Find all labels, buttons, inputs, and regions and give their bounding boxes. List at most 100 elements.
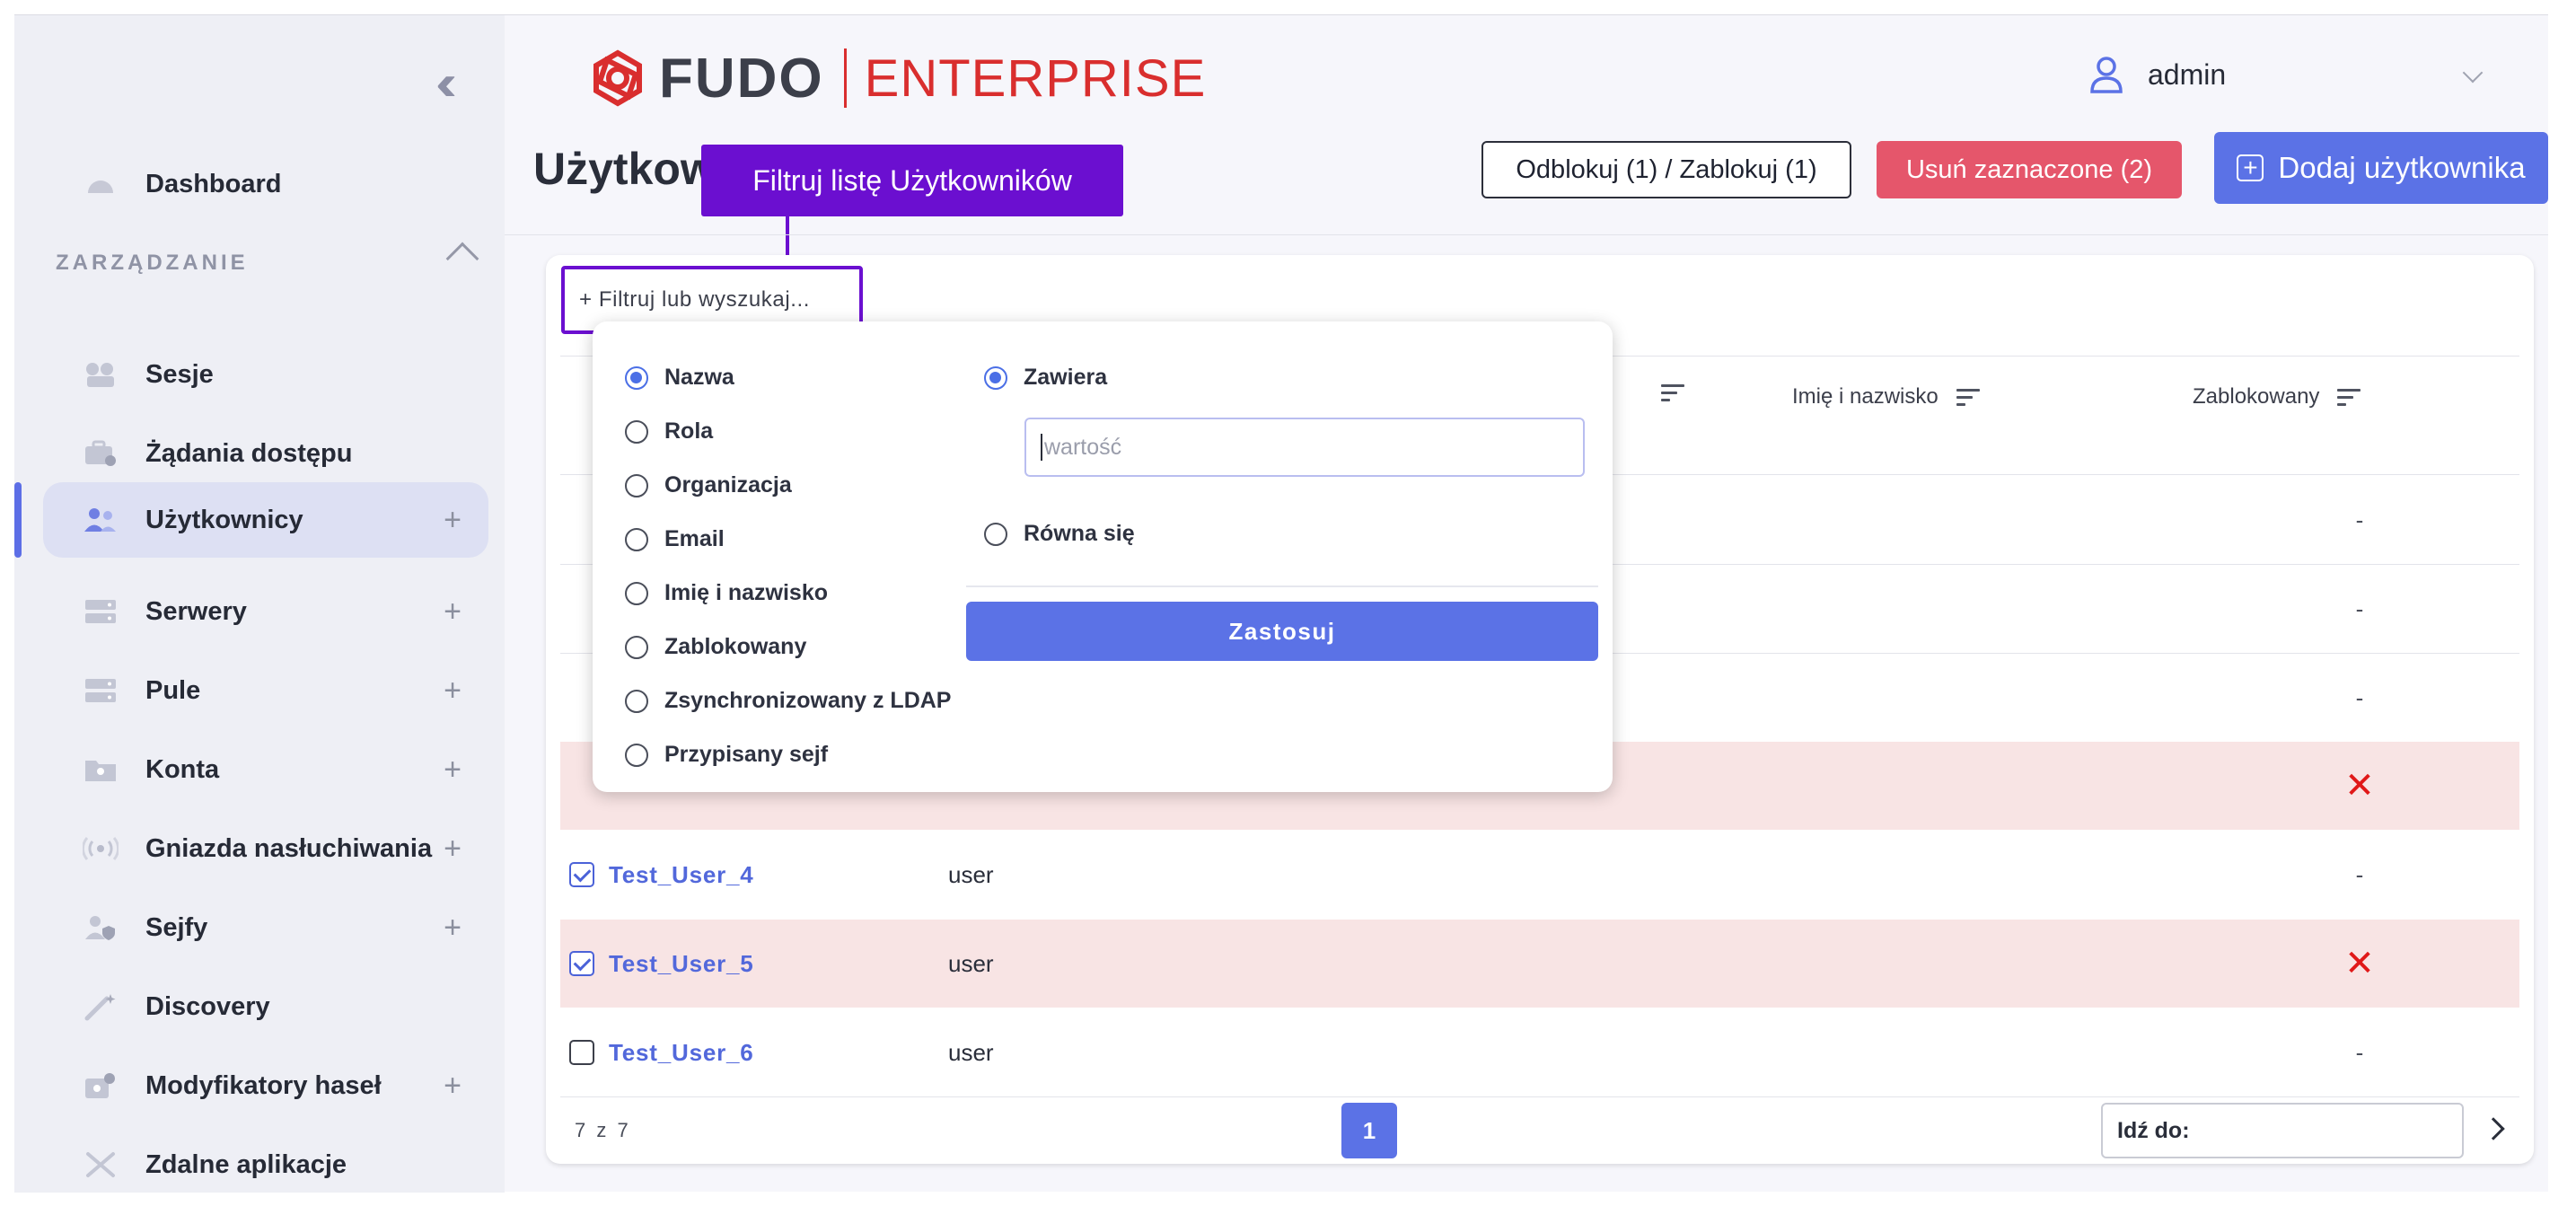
- match-equals[interactable]: Równa się: [984, 521, 1135, 547]
- radio[interactable]: [625, 527, 648, 551]
- filter-field-assigned-safe[interactable]: Przypisany sejf: [625, 742, 828, 768]
- filter-field-email[interactable]: Email: [625, 526, 725, 552]
- blocked-cell: -: [2355, 860, 2364, 888]
- radio[interactable]: [625, 743, 648, 767]
- match-contains[interactable]: Zawiera: [984, 365, 1107, 391]
- sidebar-item-remote-apps[interactable]: Zdalne aplikacje: [43, 1127, 488, 1202]
- role-cell: user: [948, 860, 994, 888]
- sidebar-item-pools[interactable]: Pule +: [43, 653, 488, 728]
- blocked-cell: -: [2355, 1038, 2364, 1066]
- row-checkbox[interactable]: [569, 862, 594, 887]
- radio[interactable]: [625, 473, 648, 497]
- add-user-plus-icon[interactable]: +: [444, 503, 462, 538]
- sidebar-item-label: Discovery: [145, 991, 270, 1021]
- fudo-logo-icon: [593, 49, 642, 107]
- user-name: admin: [2148, 57, 2227, 91]
- sidebar-item-accounts[interactable]: Konta +: [43, 732, 488, 807]
- sidebar: ‹‹ Dashboard ZARZĄDZANIE Sesje Żądania d…: [14, 15, 505, 1193]
- sidebar-item-sessions[interactable]: Sesje: [43, 337, 488, 412]
- filter-field-blocked[interactable]: Zablokowany: [625, 634, 806, 660]
- listeners-icon: [83, 832, 119, 865]
- filter-field-organization[interactable]: Organizacja: [625, 472, 792, 498]
- sort-icon: [2337, 388, 2361, 406]
- column-header-blocked[interactable]: Zablokowany: [2193, 384, 2361, 409]
- sidebar-item-safes[interactable]: Sejfy +: [43, 890, 488, 965]
- goto-page-input[interactable]: Idź do:: [2101, 1103, 2464, 1158]
- radio[interactable]: [984, 522, 1007, 546]
- blocked-cell: -: [2355, 594, 2364, 622]
- blocked-x-icon: ✕: [2344, 766, 2375, 806]
- sidebar-item-label: Pule: [145, 675, 201, 705]
- sort-icon: [1956, 388, 1980, 406]
- filter-value-input[interactable]: wartość: [1024, 418, 1585, 477]
- sidebar-item-label: Żądania dostępu: [145, 438, 353, 468]
- column-header-hidden-sort[interactable]: [1643, 384, 1684, 401]
- radio[interactable]: [625, 689, 648, 713]
- add-pool-plus-icon[interactable]: +: [444, 674, 462, 709]
- row-checkbox[interactable]: [569, 1040, 594, 1065]
- filter-field-label: Zablokowany: [664, 634, 807, 659]
- unlock-block-button[interactable]: Odblokuj (1) / Zablokuj (1): [1481, 141, 1851, 198]
- servers-icon: [83, 595, 119, 628]
- filter-field-role[interactable]: Rola: [625, 418, 713, 445]
- add-account-plus-icon[interactable]: +: [444, 753, 462, 788]
- magic-wand-icon: [83, 990, 119, 1023]
- apply-filter-button[interactable]: Zastosuj: [966, 602, 1598, 661]
- sort-icon: [1661, 384, 1684, 401]
- collapse-sidebar-icon[interactable]: ‹‹: [413, 57, 467, 108]
- table-row[interactable]: Test_User_4 user -: [560, 831, 2519, 919]
- safes-icon: [83, 911, 119, 944]
- sidebar-item-label: Sesje: [145, 359, 214, 389]
- sidebar-item-label: Dashboard: [145, 169, 282, 198]
- sidebar-item-dashboard[interactable]: Dashboard: [43, 146, 488, 222]
- radio[interactable]: [625, 581, 648, 605]
- sidebar-item-label: Serwery: [145, 596, 247, 626]
- table-row[interactable]: Test_User_6 user -: [560, 1008, 2519, 1096]
- blocked-cell: -: [2355, 506, 2364, 533]
- radio[interactable]: [625, 419, 648, 444]
- page-button-current[interactable]: 1: [1341, 1103, 1397, 1158]
- sidebar-item-password-changers[interactable]: Modyfikatory haseł +: [43, 1048, 488, 1123]
- filter-field-name[interactable]: Nazwa: [625, 365, 734, 391]
- add-safe-plus-icon[interactable]: +: [444, 911, 462, 946]
- column-header-full-name[interactable]: Imię i nazwisko: [1792, 384, 1980, 409]
- sidebar-item-servers[interactable]: Serwery +: [43, 574, 488, 649]
- radio-selected[interactable]: [625, 365, 648, 390]
- user-name-link[interactable]: Test_User_5: [609, 950, 754, 978]
- radio[interactable]: [625, 635, 648, 659]
- dashboard-icon: [83, 168, 119, 200]
- delete-selected-button[interactable]: Usuń zaznaczone (2): [1877, 141, 2182, 198]
- add-server-plus-icon[interactable]: +: [444, 594, 462, 630]
- row-checkbox[interactable]: [569, 951, 594, 976]
- sidebar-item-access-requests[interactable]: Żądania dostępu: [43, 416, 488, 491]
- filter-field-label: Organizacja: [664, 472, 792, 497]
- sessions-icon: [83, 358, 119, 391]
- fudo-enterprise-logo[interactable]: FUDO ENTERPRISE: [589, 42, 1206, 114]
- chevron-down-icon[interactable]: [2462, 62, 2484, 84]
- sidebar-item-listeners[interactable]: Gniazda nasłuchiwania +: [43, 811, 488, 886]
- row-count: 7 z 7: [575, 1119, 631, 1141]
- add-password-changer-plus-icon[interactable]: +: [444, 1069, 462, 1104]
- logo-text-fudo: FUDO: [659, 47, 824, 110]
- table-row[interactable]: Test_User_5 user ✕: [560, 920, 2519, 1008]
- filter-field-full-name[interactable]: Imię i nazwisko: [625, 580, 828, 606]
- filter-tooltip: Filtruj listę Użytkowników: [701, 145, 1123, 216]
- column-header-label: Imię i nazwisko: [1792, 384, 1939, 409]
- user-menu[interactable]: admin: [2088, 55, 2226, 94]
- sidebar-item-discovery[interactable]: Discovery: [43, 969, 488, 1044]
- chevron-up-icon[interactable]: [445, 242, 479, 276]
- filter-field-ldap-sync[interactable]: Zsynchronizowany z LDAP: [625, 688, 951, 714]
- add-listener-plus-icon[interactable]: +: [444, 832, 462, 867]
- divider: [560, 1096, 2519, 1097]
- add-user-button[interactable]: + Dodaj użytkownika: [2214, 132, 2548, 204]
- match-label: Zawiera: [1024, 365, 1108, 390]
- column-header-label: Zablokowany: [2193, 384, 2320, 409]
- sidebar-item-users[interactable]: Użytkownicy +: [43, 482, 488, 558]
- sidebar-item-label: Konta: [145, 754, 220, 784]
- filter-field-label: Przypisany sejf: [664, 742, 829, 767]
- user-name-link[interactable]: Test_User_6: [609, 1039, 754, 1067]
- remote-apps-icon: [83, 1149, 119, 1181]
- sidebar-item-label: Modyfikatory haseł: [145, 1070, 382, 1100]
- user-name-link[interactable]: Test_User_4: [609, 861, 754, 889]
- radio-selected[interactable]: [984, 365, 1007, 390]
